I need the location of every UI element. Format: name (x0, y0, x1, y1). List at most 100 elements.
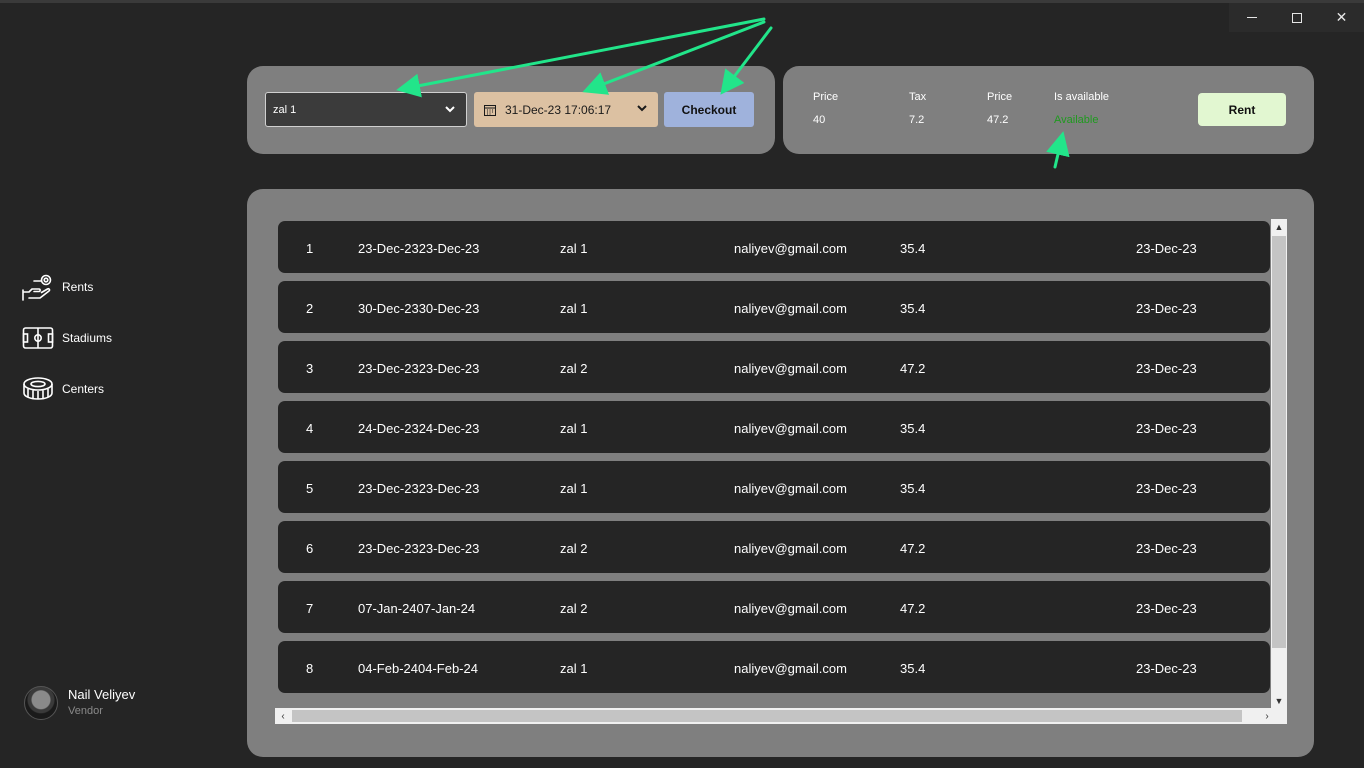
horizontal-scrollbar[interactable]: ‹ › (275, 708, 1287, 724)
sidebar-item-label: Stadiums (62, 331, 113, 345)
row-email: naliyev@gmail.com (734, 301, 847, 316)
row-dates: 23-Dec-2323-Dec-23 (358, 481, 480, 496)
total-info: Price 47.2 (987, 90, 1012, 127)
table-row[interactable]: 4 24-Dec-2324-Dec-23 zal 1 naliyev@gmail.co… (278, 401, 1270, 453)
row-email: naliyev@gmail.com (734, 601, 847, 616)
rents-table-rows: 1 23-Dec-2323-Dec-23 zal 1 naliyev@gmail.co… (278, 221, 1270, 701)
row-email: naliyev@gmail.com (734, 361, 847, 376)
user-role: Vendor (68, 705, 103, 717)
row-hall: zal 1 (560, 661, 588, 676)
row-dates: 24-Dec-2324-Dec-23 (358, 421, 480, 436)
hand-coin-icon (22, 274, 52, 301)
date-picker[interactable]: 31-Dec-23 17:06:17 (474, 92, 658, 127)
scroll-down-arrow-icon[interactable]: ▼ (1271, 693, 1287, 709)
vertical-scroll-thumb[interactable] (1272, 236, 1286, 648)
row-email: naliyev@gmail.com (734, 481, 847, 496)
title-bar-line (0, 0, 1364, 3)
hall-select-value: zal 1 (273, 103, 297, 116)
price-info: Price 40 (813, 90, 838, 127)
chevron-down-icon (445, 106, 455, 113)
maximize-icon (1291, 12, 1302, 23)
price-label: Price (813, 91, 839, 103)
row-email: naliyev@gmail.com (734, 241, 847, 256)
sidebar-item-centers[interactable]: Centers (22, 374, 222, 404)
minimize-button[interactable] (1229, 3, 1274, 32)
row-price: 47.2 (900, 541, 926, 556)
row-price: 47.2 (900, 601, 926, 616)
minimize-icon (1246, 17, 1257, 18)
row-created-date: 23-Dec-23 (1136, 481, 1197, 496)
table-row[interactable]: 5 23-Dec-2323-Dec-23 zal 1 naliyev@gmail.co… (278, 461, 1270, 513)
calendar-icon (484, 104, 496, 116)
close-icon: ✕ (1335, 9, 1348, 25)
scroll-left-arrow-icon[interactable]: ‹ (275, 708, 291, 724)
row-id: 4 (306, 421, 314, 436)
table-row[interactable]: 1 23-Dec-2323-Dec-23 zal 1 naliyev@gmail.co… (278, 221, 1270, 273)
table-row[interactable]: 8 04-Feb-2404-Feb-24 zal 1 naliyev@gmail.co… (278, 641, 1270, 693)
table-row[interactable]: 3 23-Dec-2323-Dec-23 zal 2 naliyev@gmail.co… (278, 341, 1270, 393)
tax-label: Tax (909, 91, 927, 103)
row-created-date: 23-Dec-23 (1136, 661, 1197, 676)
row-price: 35.4 (900, 421, 926, 436)
chevron-down-icon (637, 105, 647, 112)
user-info: Nail Veliyev Vendor (68, 687, 135, 719)
table-row[interactable]: 2 30-Dec-2330-Dec-23 zal 1 naliyev@gmail.co… (278, 281, 1270, 333)
row-hall: zal 1 (560, 301, 588, 316)
sidebar-nav: Rents Stadiums Centers (22, 272, 222, 425)
row-dates: 23-Dec-2323-Dec-23 (358, 241, 480, 256)
row-hall: zal 2 (560, 541, 588, 556)
row-hall: zal 2 (560, 601, 588, 616)
row-created-date: 23-Dec-23 (1136, 241, 1197, 256)
row-price: 35.4 (900, 301, 926, 316)
row-created-date: 23-Dec-23 (1136, 421, 1197, 436)
row-dates: 04-Feb-2404-Feb-24 (358, 661, 478, 676)
row-id: 1 (306, 241, 314, 256)
row-dates: 23-Dec-2323-Dec-23 (358, 361, 480, 376)
rents-table-panel: 1 23-Dec-2323-Dec-23 zal 1 naliyev@gmail.co… (247, 189, 1314, 757)
horizontal-scroll-thumb[interactable] (292, 710, 1242, 722)
sidebar-item-rents[interactable]: Rents (22, 272, 222, 302)
row-dates: 23-Dec-2323-Dec-23 (358, 541, 480, 556)
maximize-button[interactable] (1274, 3, 1319, 32)
hall-select[interactable]: zal 1 (265, 92, 467, 127)
close-button[interactable]: ✕ (1319, 3, 1364, 32)
tax-value: 7.2 (909, 114, 925, 126)
row-hall: zal 2 (560, 361, 588, 376)
rents-table: 1 23-Dec-2323-Dec-23 zal 1 naliyev@gmail.co… (275, 218, 1287, 724)
row-id: 3 (306, 361, 314, 376)
table-row[interactable]: 6 23-Dec-2323-Dec-23 zal 2 naliyev@gmail.co… (278, 521, 1270, 573)
row-price: 35.4 (900, 661, 926, 676)
tax-info: Tax 7.2 (909, 90, 926, 127)
rent-button[interactable]: Rent (1198, 93, 1286, 126)
price-value: 40 (813, 114, 826, 126)
row-hall: zal 1 (560, 481, 588, 496)
row-id: 6 (306, 541, 314, 556)
window-controls: ✕ (1229, 3, 1364, 32)
row-id: 7 (306, 601, 314, 616)
row-price: 35.4 (900, 481, 926, 496)
sidebar-item-label: Rents (62, 280, 94, 294)
user-profile[interactable]: Nail Veliyev Vendor (24, 686, 135, 720)
stadium-icon (23, 377, 53, 400)
row-created-date: 23-Dec-23 (1136, 361, 1197, 376)
availability-status: Available (1054, 114, 1099, 126)
row-price: 35.4 (900, 241, 926, 256)
row-created-date: 23-Dec-23 (1136, 301, 1197, 316)
sidebar-item-label: Centers (62, 382, 105, 396)
scroll-up-arrow-icon[interactable]: ▲ (1271, 219, 1287, 235)
availability-label: Is available (1054, 91, 1110, 103)
row-hall: zal 1 (560, 421, 588, 436)
row-email: naliyev@gmail.com (734, 421, 847, 436)
row-dates: 30-Dec-2330-Dec-23 (358, 301, 480, 316)
table-row[interactable]: 7 07-Jan-2407-Jan-24 zal 2 naliyev@gmail.co… (278, 581, 1270, 633)
checkout-button[interactable]: Checkout (664, 92, 754, 127)
row-dates: 07-Jan-2407-Jan-24 (358, 601, 476, 616)
price-summary-panel: Price 40 Tax 7.2 Price 47.2 Is available… (783, 66, 1314, 154)
row-created-date: 23-Dec-23 (1136, 601, 1197, 616)
availability-info: Is available Available (1054, 90, 1109, 127)
scroll-right-arrow-icon[interactable]: › (1259, 708, 1275, 724)
row-id: 8 (306, 661, 314, 676)
avatar (24, 686, 58, 720)
vertical-scrollbar[interactable]: ▲ ▼ (1271, 219, 1287, 709)
sidebar-item-stadiums[interactable]: Stadiums (22, 323, 222, 353)
